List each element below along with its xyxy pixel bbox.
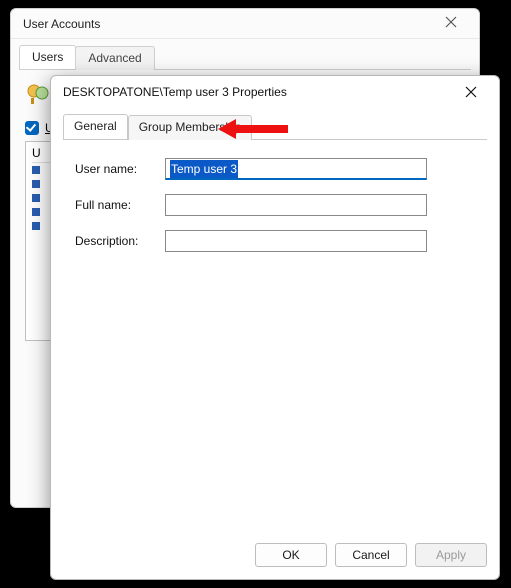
close-icon[interactable]: [431, 16, 471, 31]
user-icon: [32, 166, 40, 174]
prop-tab-area: General Group Membership User name: Temp…: [63, 114, 487, 274]
apply-button: Apply: [415, 543, 487, 567]
cancel-button[interactable]: Cancel: [335, 543, 407, 567]
label-fullname: Full name:: [75, 198, 165, 212]
row-fullname: Full name:: [75, 194, 475, 216]
users-keys-icon: [25, 82, 51, 111]
prop-body: User name: Temp user 3 Full name: Descri…: [63, 140, 487, 274]
prop-tabstrip: General Group Membership: [63, 114, 487, 140]
tab-advanced[interactable]: Advanced: [75, 46, 154, 70]
user-icon: [32, 180, 40, 188]
dialog-button-bar: OK Cancel Apply: [255, 543, 487, 567]
row-description: Description:: [75, 230, 475, 252]
user-icon: [32, 222, 40, 230]
user-icon: [32, 194, 40, 202]
description-input[interactable]: [165, 230, 427, 252]
close-icon[interactable]: [449, 78, 493, 106]
prop-title: DESKTOPATONE\Temp user 3 Properties: [63, 85, 287, 99]
tab-general[interactable]: General: [63, 114, 128, 139]
row-username: User name: Temp user 3: [75, 158, 475, 180]
ok-button[interactable]: OK: [255, 543, 327, 567]
user-icon: [32, 208, 40, 216]
username-selected-text: Temp user 3: [170, 160, 238, 178]
ua-title: User Accounts: [23, 17, 100, 31]
fullname-input[interactable]: [165, 194, 427, 216]
tab-users[interactable]: Users: [19, 45, 76, 69]
label-description: Description:: [75, 234, 165, 248]
user-properties-dialog: DESKTOPATONE\Temp user 3 Properties Gene…: [50, 75, 500, 580]
ua-tabstrip: Users Advanced: [19, 45, 471, 70]
label-username: User name:: [75, 162, 165, 176]
checkbox-checked-icon[interactable]: [25, 121, 39, 135]
tab-group-membership[interactable]: Group Membership: [128, 115, 253, 140]
username-input[interactable]: Temp user 3: [165, 158, 427, 180]
ua-titlebar: User Accounts: [11, 9, 479, 39]
prop-titlebar: DESKTOPATONE\Temp user 3 Properties: [51, 76, 499, 108]
